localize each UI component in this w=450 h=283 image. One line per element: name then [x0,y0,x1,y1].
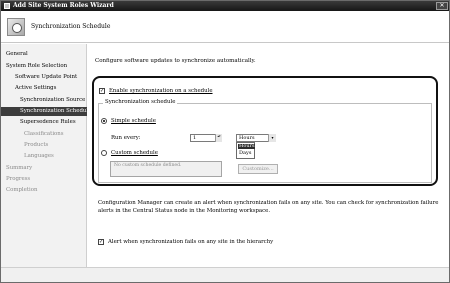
nav-item-synchronization-source[interactable]: Synchronization Source [1,96,87,105]
wizard-nav: General System Role Selection Software U… [1,44,91,267]
interval-unit-dropdown: Hours Days [236,142,255,159]
nav-item-classifications[interactable]: Classifications [1,130,87,139]
alert-info-text: Configuration Manager can create an aler… [98,200,439,214]
custom-schedule-label: Custom schedule [111,150,158,156]
simple-schedule-label: Simple schedule [111,118,156,124]
schedule-group-label: Synchronization schedule [103,99,178,105]
wizard-header: Synchronization Schedule [1,11,449,43]
simple-schedule-label-text: Simple schedule [111,118,156,124]
schedule-icon [7,18,25,36]
nav-item-supersedence-rules[interactable]: Supersedence Rules [1,118,87,127]
nav-item-synchronization-schedule[interactable]: Synchronization Schedule [1,107,91,116]
nav-item-completion[interactable]: Completion [1,186,87,195]
nav-item-general[interactable]: General [1,50,87,59]
run-every-spinner[interactable]: ▴▾ [215,134,222,142]
page-title: Synchronization Schedule [31,23,111,30]
custom-schedule-placeholder: No custom schedule defined. [114,163,182,168]
customize-button[interactable]: Customize... [238,164,278,174]
simple-schedule-radio[interactable] [101,118,107,124]
window-icon [4,3,10,9]
nav-item-products[interactable]: Products [1,141,87,150]
chevron-down-icon[interactable]: ▾ [268,134,276,142]
alert-checkbox-label: Alert when synchronization fails on any … [108,239,274,245]
nav-item-summary[interactable]: Summary [1,164,87,173]
nav-item-progress[interactable]: Progress [1,175,87,184]
title-bar: Add Site System Roles Wizard ✕ [1,1,449,11]
dropdown-option-hours[interactable]: Hours [238,144,255,149]
custom-schedule-label-text: Custom schedule [111,150,158,156]
enable-schedule-label: Enable synchronization on a schedule [109,88,213,94]
close-button[interactable]: ✕ [436,2,448,10]
nav-item-active-settings[interactable]: Active Settings [1,84,87,93]
run-every-label: Run every: [111,135,141,141]
nav-item-languages[interactable]: Languages [1,152,87,161]
window-title: Add Site System Roles Wizard [13,2,114,9]
enable-schedule-checkbox[interactable]: ✓ [99,88,105,94]
button-bar [1,267,449,282]
alert-checkbox[interactable]: ✓ [98,239,104,245]
nav-item-system-role-selection[interactable]: System Role Selection [1,62,87,71]
nav-item-software-update-point[interactable]: Software Update Point [1,73,87,82]
dropdown-option-days[interactable]: Days [238,151,255,156]
custom-schedule-radio[interactable] [101,150,107,156]
intro-text: Configure software updates to synchroniz… [95,58,256,64]
enable-schedule-label-text: Enable synchronization on a schedule [109,88,213,94]
